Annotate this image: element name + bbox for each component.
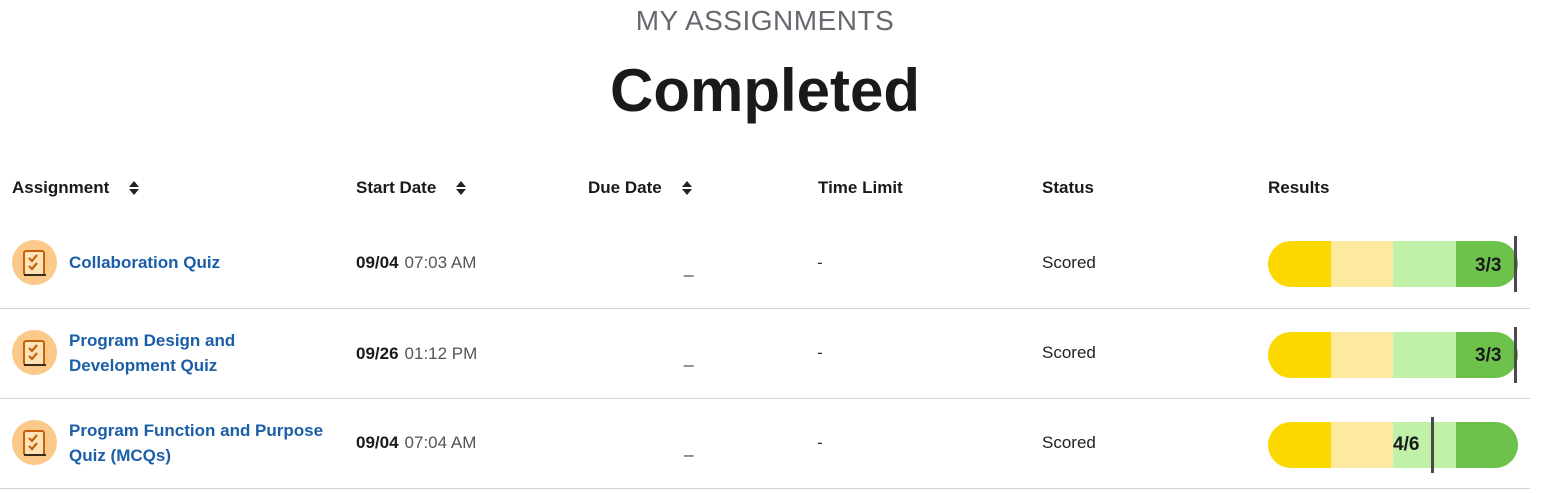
sort-icon[interactable]	[456, 181, 467, 195]
start-date-time: 07:03 AM	[404, 253, 477, 272]
page-title: Completed	[609, 57, 921, 124]
assignment-link[interactable]: Program Design and Development Quiz	[69, 328, 259, 378]
quiz-checklist-icon	[12, 330, 57, 375]
results-segment	[1268, 422, 1331, 468]
column-header-due-date[interactable]: Due Date	[588, 178, 692, 198]
start-date: 09/04 07:04 AM	[356, 433, 476, 453]
column-header-due-date-label: Due Date	[588, 178, 662, 197]
start-date-day: 09/04	[356, 433, 399, 452]
start-date-day: 09/26	[356, 344, 399, 363]
sort-icon[interactable]	[681, 181, 692, 195]
results-segment	[1330, 241, 1393, 287]
time-limit-value: -	[817, 253, 823, 272]
results-segment	[1393, 332, 1456, 378]
column-header-status-label: Status	[1042, 178, 1094, 197]
assignment-link[interactable]: Program Function and Purpose Quiz (MCQs)	[69, 418, 329, 468]
results-marker	[1431, 417, 1434, 473]
table-row: Program Function and Purpose Quiz (MCQs)…	[0, 398, 1530, 489]
time-limit-value: -	[817, 343, 823, 362]
start-date-time: 07:04 AM	[404, 433, 477, 452]
column-header-assignment[interactable]: Assignment	[12, 178, 140, 198]
table-row: Program Design and Development Quiz 09/2…	[0, 308, 1530, 399]
time-limit-value: -	[817, 433, 823, 452]
table-row: Collaboration Quiz 09/04 07:03 AM _ - Sco…	[0, 218, 1530, 309]
sort-icon[interactable]	[129, 181, 140, 195]
results-segment	[1330, 332, 1393, 378]
results-score: 3/3	[1475, 255, 1502, 276]
column-header-time-limit: Time Limit	[818, 178, 903, 198]
due-date-value: _	[684, 438, 694, 457]
results-score: 3/3	[1475, 345, 1502, 366]
quiz-checklist-icon	[12, 240, 57, 285]
results-marker	[1514, 236, 1517, 292]
column-header-results-label: Results	[1268, 178, 1330, 197]
assignment-link[interactable]: Collaboration Quiz	[69, 250, 329, 275]
quiz-checklist-icon	[12, 420, 57, 465]
column-header-time-limit-label: Time Limit	[818, 178, 903, 197]
page-eyebrow: MY ASSIGNMENTS	[635, 5, 895, 36]
results-segment	[1393, 241, 1456, 287]
start-date-day: 09/04	[356, 253, 399, 272]
start-date-time: 01:12 PM	[404, 344, 478, 363]
column-header-start-date[interactable]: Start Date	[356, 178, 467, 198]
column-header-results: Results	[1268, 178, 1329, 198]
due-date-value: _	[684, 348, 694, 367]
results-segment	[1268, 241, 1331, 287]
results-marker	[1514, 327, 1517, 383]
status-value: Scored	[1042, 343, 1096, 362]
column-header-status: Status	[1042, 178, 1094, 198]
results-segment	[1455, 422, 1518, 468]
column-header-start-date-label: Start Date	[356, 178, 437, 197]
column-header-assignment-label: Assignment	[12, 178, 110, 197]
start-date: 09/04 07:03 AM	[356, 253, 476, 273]
status-value: Scored	[1042, 433, 1096, 452]
results-segment	[1330, 422, 1393, 468]
status-value: Scored	[1042, 253, 1096, 272]
results-score: 4/6	[1393, 434, 1420, 455]
due-date-value: _	[684, 258, 694, 277]
start-date: 09/26 01:12 PM	[356, 344, 477, 364]
results-segment	[1268, 332, 1331, 378]
